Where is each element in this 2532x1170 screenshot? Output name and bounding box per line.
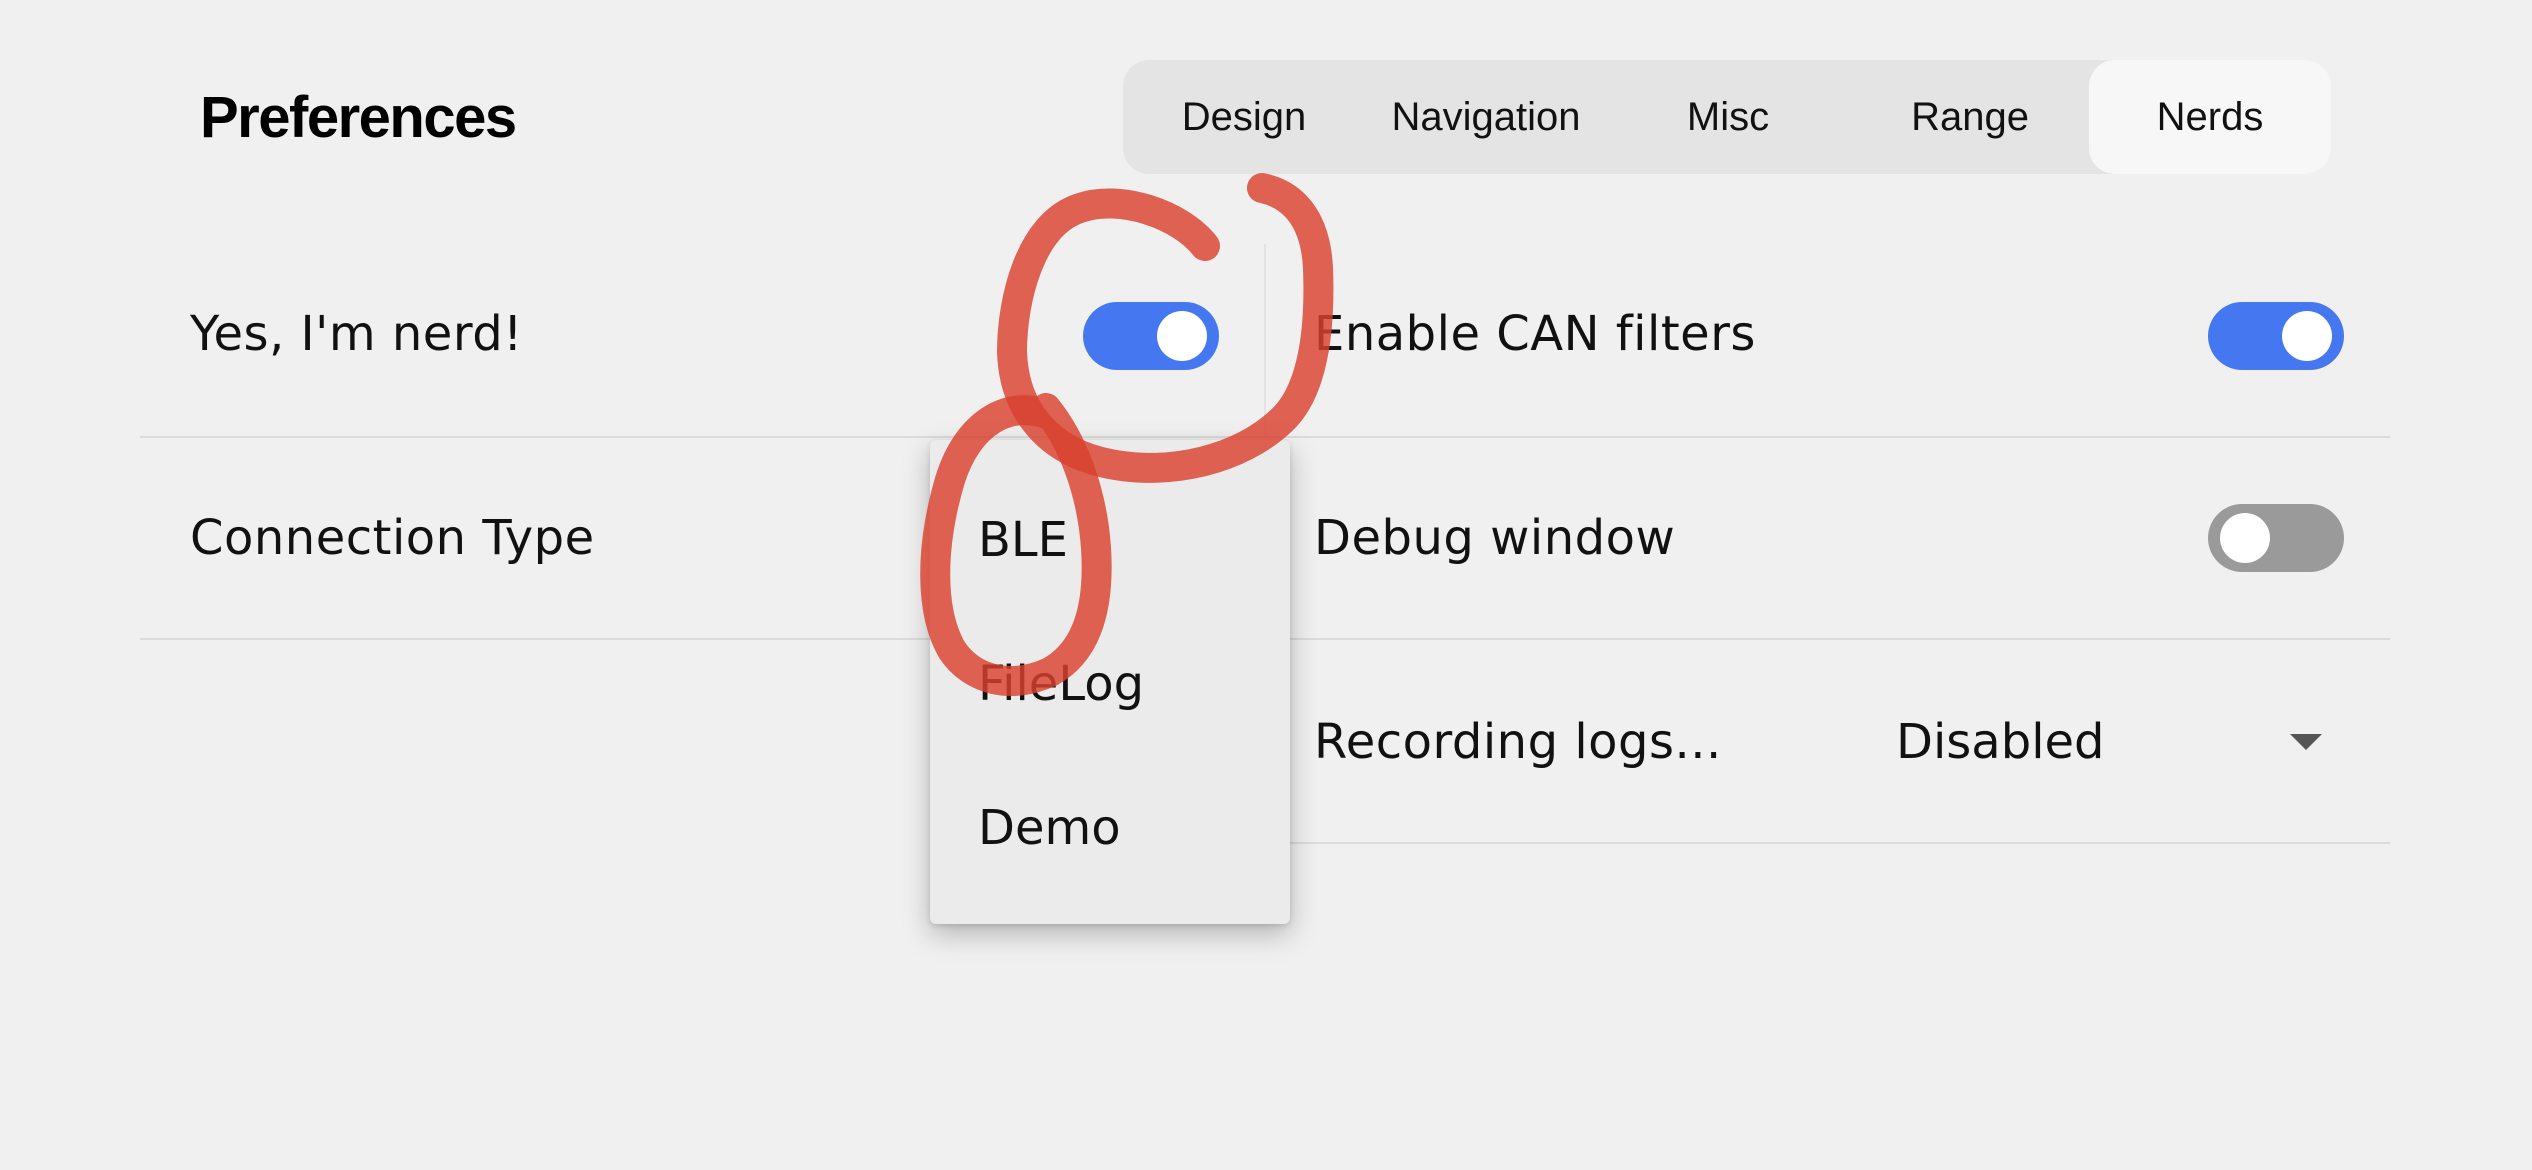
nerd-mode-label: Yes, I'm nerd!	[190, 306, 523, 362]
nerd-mode-toggle[interactable]	[1083, 302, 1219, 370]
menu-option-demo[interactable]: Demo	[978, 800, 1121, 856]
toggle-knob	[2220, 513, 2270, 563]
recording-logs-select[interactable]: Disabled	[1896, 714, 2105, 770]
can-filters-toggle[interactable]	[2208, 302, 2344, 370]
menu-option-filelog[interactable]: FileLog	[978, 656, 1144, 712]
debug-window-toggle[interactable]	[2208, 504, 2344, 572]
toggle-knob	[1157, 311, 1207, 361]
tab-design[interactable]: Design	[1123, 60, 1365, 174]
connection-type-label: Connection Type	[190, 510, 595, 566]
row-divider	[1264, 842, 2390, 844]
recording-logs-label: Recording logs...	[1314, 714, 1722, 770]
tab-bar: Design Navigation Misc Range Nerds	[1123, 60, 2331, 174]
toggle-knob	[2282, 311, 2332, 361]
tab-nerds[interactable]: Nerds	[2089, 60, 2331, 174]
tab-navigation[interactable]: Navigation	[1365, 60, 1607, 174]
tab-misc[interactable]: Misc	[1607, 60, 1849, 174]
menu-option-ble[interactable]: BLE	[978, 512, 1068, 568]
can-filters-label: Enable CAN filters	[1314, 306, 1756, 362]
debug-window-label: Debug window	[1314, 510, 1676, 566]
tab-range[interactable]: Range	[1849, 60, 2091, 174]
column-divider	[1264, 244, 1266, 438]
connection-type-menu: BLE FileLog Demo	[930, 440, 1290, 924]
page-title: Preferences	[200, 85, 517, 150]
chevron-down-icon[interactable]	[2290, 734, 2322, 750]
